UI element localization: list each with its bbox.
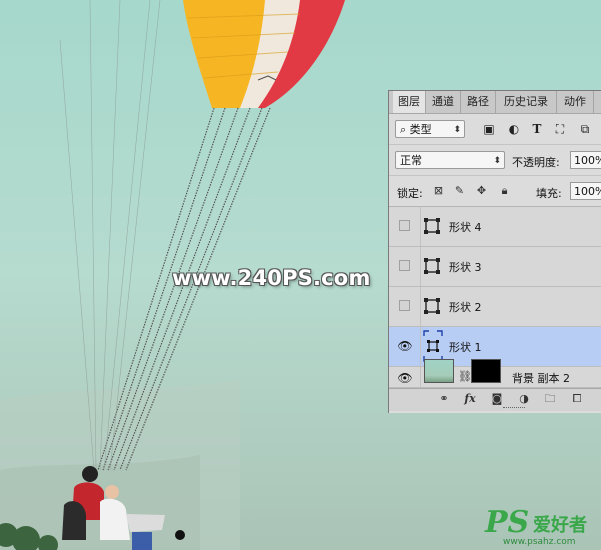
mask-icon[interactable]: ◙ <box>490 392 504 406</box>
adjustment-filter-icon[interactable]: ◐ <box>507 122 521 136</box>
blend-row: 正常 ⬍ 不透明度: 100% <box>389 145 601 176</box>
lock-row: 锁定: ⊠ ✎ ✥ 🔒︎ 填充: 100% <box>389 176 601 207</box>
type-filter-icon[interactable]: T <box>530 122 544 136</box>
visibility-toggle[interactable] <box>399 220 410 231</box>
logo-url: www.psahz.com <box>503 537 576 547</box>
blend-mode-value: 正常 <box>400 154 422 167</box>
layer-name: 形状 3 <box>449 261 482 274</box>
select-arrows-icon: ⬍ <box>453 125 461 135</box>
select-arrows-icon: ⬍ <box>493 156 501 166</box>
layer-name: 形状 4 <box>449 221 482 234</box>
shape-layer-icon <box>424 298 440 314</box>
tab-history[interactable]: 历史记录 <box>496 91 557 113</box>
eye-icon[interactable]: 👁︎ <box>397 371 413 385</box>
logo-ps: PS <box>485 505 530 540</box>
chain-link-icon[interactable]: ⛓︎ <box>458 370 472 383</box>
layer-row-background-copy-2[interactable]: 👁︎ ⛓︎ 背景 副本 2 <box>389 359 601 388</box>
visibility-toggle[interactable] <box>399 260 410 271</box>
new-layer-icon[interactable]: ⧠ <box>570 392 584 406</box>
layer-row-shape-4[interactable]: 形状 4 <box>389 207 601 247</box>
adjustment-icon[interactable]: ◑ <box>517 392 531 406</box>
visibility-toggle[interactable] <box>399 300 410 311</box>
lock-paint-icon[interactable]: ✎ <box>453 184 466 197</box>
resize-grip[interactable] <box>503 407 525 411</box>
divider <box>420 247 421 286</box>
link-icon[interactable]: ⚭ <box>437 392 451 406</box>
lock-all-icon[interactable]: 🔒︎ <box>498 184 511 197</box>
divider <box>420 287 421 326</box>
shape-filter-icon[interactable]: ⛶ <box>553 122 567 136</box>
layer-thumbnail <box>424 359 454 383</box>
tab-actions[interactable]: 动作 <box>557 91 594 113</box>
shape-layer-icon <box>424 218 440 234</box>
tab-paths[interactable]: 路径 <box>461 91 496 113</box>
layer-name: 背景 副本 2 <box>512 372 570 385</box>
layers-panel: 图层 通道 路径 历史记录 动作 ⌕ 类型 ⬍ ▣ ◐ T ⛶ ⧉ 正常 ⬍ 不… <box>388 90 601 413</box>
fx-icon[interactable]: fx <box>463 392 477 406</box>
layer-name: 形状 2 <box>449 301 482 314</box>
search-icon: ⌕ <box>400 123 407 136</box>
lock-transparent-icon[interactable]: ⊠ <box>432 184 445 197</box>
fill-input[interactable]: 100% <box>570 182 601 200</box>
blend-mode-select[interactable]: 正常 ⬍ <box>395 151 505 169</box>
shape-layer-icon <box>424 258 440 274</box>
shape-layer-icon <box>423 330 443 362</box>
opacity-label: 不透明度: <box>512 156 560 169</box>
divider <box>420 207 421 246</box>
panel-tabs: 图层 通道 路径 历史记录 动作 <box>389 91 601 114</box>
filter-row: ⌕ 类型 ⬍ ▣ ◐ T ⛶ ⧉ <box>389 114 601 145</box>
layer-row-shape-2[interactable]: 形状 2 <box>389 287 601 327</box>
tab-channels[interactable]: 通道 <box>426 91 461 113</box>
watermark-text: www.240PS.com <box>172 266 371 290</box>
lock-label: 锁定: <box>397 187 423 200</box>
divider <box>420 327 421 366</box>
lock-position-icon[interactable]: ✥ <box>475 184 488 197</box>
psahz-logo: PS 爱好者 www.psahz.com <box>485 505 597 547</box>
smart-object-filter-icon[interactable]: ⧉ <box>578 122 592 136</box>
divider <box>420 367 421 387</box>
layer-name: 形状 1 <box>449 341 482 354</box>
eye-icon[interactable]: 👁︎ <box>397 339 413 353</box>
fill-label: 填充: <box>536 187 562 200</box>
layer-mask-thumbnail[interactable] <box>471 359 501 383</box>
filter-kind-select[interactable]: ⌕ 类型 ⬍ <box>395 120 465 138</box>
tab-layers[interactable]: 图层 <box>393 91 426 113</box>
opacity-input[interactable]: 100% <box>570 151 601 169</box>
folder-icon[interactable]: 🗀 <box>543 392 557 406</box>
panel-footer: ⚭ fx ◙ ◑ 🗀 ⧠ <box>389 388 601 411</box>
layer-row-shape-3[interactable]: 形状 3 <box>389 247 601 287</box>
filter-kind-label: 类型 <box>409 123 432 136</box>
logo-cn: 爱好者 <box>533 515 587 536</box>
image-filter-icon[interactable]: ▣ <box>482 122 496 136</box>
